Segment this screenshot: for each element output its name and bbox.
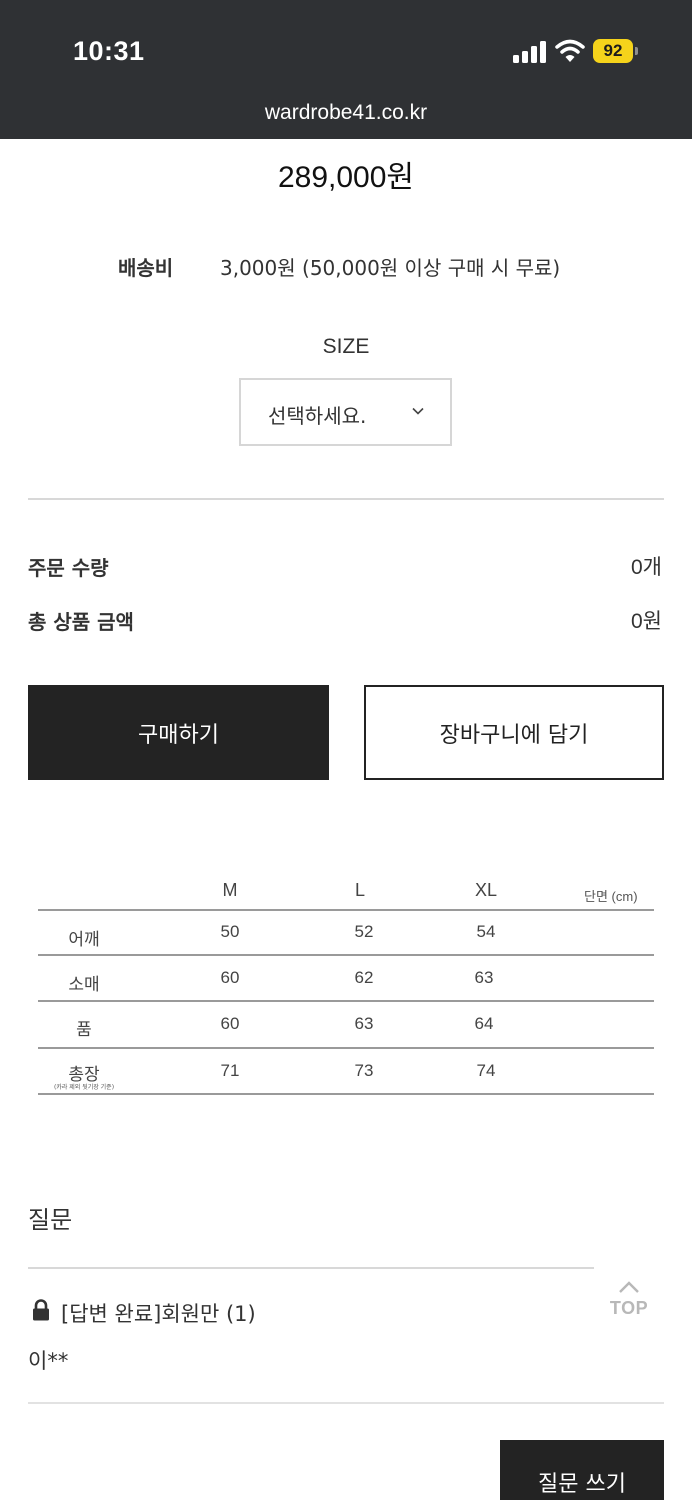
shipping-label: 배송비 bbox=[118, 256, 174, 280]
table-divider bbox=[38, 909, 654, 911]
size-col-m: M bbox=[222, 880, 238, 900]
table-row-label: 소매 bbox=[68, 975, 100, 995]
buy-now-button[interactable]: 구매하기 bbox=[28, 685, 329, 780]
table-divider bbox=[38, 1093, 654, 1095]
divider bbox=[28, 1402, 664, 1404]
table-divider bbox=[38, 954, 654, 956]
address-bar-url[interactable]: wardrobe41.co.kr bbox=[0, 101, 692, 125]
table-cell: 62 bbox=[354, 968, 374, 987]
size-select-value: 선택하세요. bbox=[268, 404, 367, 428]
browser-top-bar: 10:31 92 wardrobe41.co.kr bbox=[0, 0, 692, 139]
write-question-button[interactable]: 질문 쓰기 bbox=[500, 1440, 664, 1500]
table-cell: 71 bbox=[220, 1061, 240, 1080]
size-chart-table: M L XL 단면 (cm) 어깨 50 52 54 소매 60 62 63 품… bbox=[38, 870, 654, 1100]
table-row-note: (카라 제외 뒷기장 기준) bbox=[53, 1084, 115, 1091]
product-price: 289,000원 bbox=[277, 161, 415, 194]
table-row-label: 어깨 bbox=[68, 930, 100, 950]
divider bbox=[28, 498, 664, 500]
table-cell: 74 bbox=[476, 1061, 496, 1080]
battery-cap bbox=[635, 47, 638, 55]
table-row-label: 품 bbox=[76, 1020, 92, 1040]
table-cell: 60 bbox=[220, 1014, 240, 1033]
qa-item-title[interactable]: [답변 완료]회원만 (1) bbox=[61, 1298, 256, 1328]
size-col-xl: XL bbox=[474, 880, 498, 900]
table-cell: 63 bbox=[474, 968, 494, 987]
size-unit-label: 단면 (cm) bbox=[584, 889, 638, 904]
size-option-label: SIZE bbox=[322, 335, 370, 358]
wifi-icon bbox=[555, 39, 585, 62]
table-cell: 73 bbox=[354, 1061, 374, 1080]
size-col-l: L bbox=[354, 880, 365, 900]
order-quantity-label: 주문 수량 bbox=[28, 556, 109, 580]
scroll-to-top-button[interactable]: TOP bbox=[604, 1275, 654, 1321]
table-divider bbox=[38, 1000, 654, 1002]
chevron-up-icon bbox=[619, 1281, 639, 1293]
table-cell: 52 bbox=[354, 922, 374, 941]
qa-section-title: 질문 bbox=[28, 1206, 73, 1234]
total-price-label: 총 상품 금액 bbox=[28, 610, 134, 634]
divider bbox=[28, 1267, 594, 1269]
total-price-value: 0원 bbox=[631, 610, 662, 633]
add-to-cart-button[interactable]: 장바구니에 담기 bbox=[364, 685, 664, 780]
lock-icon bbox=[33, 1299, 49, 1321]
table-cell: 50 bbox=[220, 922, 240, 941]
table-cell: 54 bbox=[476, 922, 496, 941]
order-quantity-value: 0개 bbox=[631, 556, 662, 579]
size-select[interactable]: 선택하세요. bbox=[239, 378, 452, 446]
qa-item-author: 이** bbox=[28, 1349, 69, 1373]
table-divider bbox=[38, 1047, 654, 1049]
scroll-to-top-label: TOP bbox=[609, 1298, 649, 1318]
table-cell: 60 bbox=[220, 968, 240, 987]
shipping-value: 3,000원 (50,000원 이상 구매 시 무료) bbox=[220, 256, 561, 280]
chevron-down-icon bbox=[412, 407, 424, 415]
signal-icon bbox=[513, 41, 547, 63]
status-time: 10:31 bbox=[73, 36, 145, 66]
table-cell: 64 bbox=[474, 1014, 494, 1033]
table-cell: 63 bbox=[354, 1014, 374, 1033]
battery-indicator: 92 bbox=[593, 39, 633, 63]
